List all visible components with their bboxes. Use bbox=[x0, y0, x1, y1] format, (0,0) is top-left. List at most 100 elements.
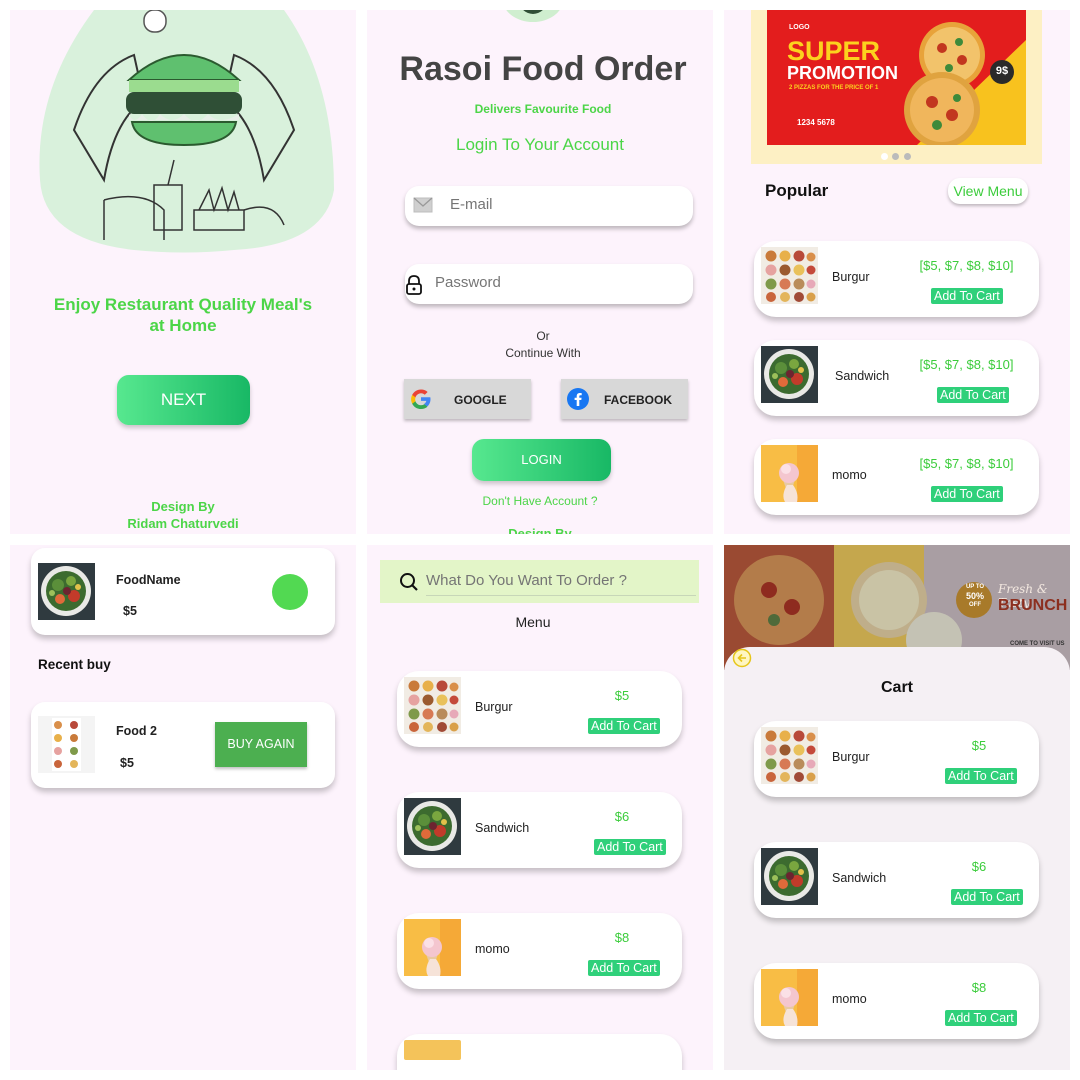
promo-banner[interactable]: LOGO SUPER PROMOTION 2 PIZZAS FOR THE PR… bbox=[751, 10, 1042, 164]
menu-screen: Menu Burgur $5 Add To Cart Sandwich $6 Add To… bbox=[367, 545, 713, 1070]
login-button[interactable]: LOGIN bbox=[472, 439, 611, 481]
food-item-price: $6 bbox=[971, 859, 987, 874]
promo-logo: LOGO bbox=[789, 24, 810, 31]
food-item-name: Burgur bbox=[475, 700, 513, 714]
food-item-card[interactable]: momo $8 Add To Cart bbox=[754, 963, 1039, 1039]
back-arrow-icon[interactable] bbox=[732, 648, 752, 673]
food-price: $5 bbox=[123, 604, 137, 618]
food-item-name: Sandwich bbox=[835, 369, 890, 383]
add-to-cart-button[interactable]: Add To Cart bbox=[594, 839, 666, 855]
add-to-cart-button[interactable]: Add To Cart bbox=[951, 889, 1023, 905]
badge-line3: OFF bbox=[969, 602, 981, 608]
view-menu-button[interactable]: View Menu bbox=[948, 178, 1028, 204]
food-item-name: Burgur bbox=[832, 750, 870, 764]
recent-food-card[interactable]: Food 2 $5 BUY AGAIN bbox=[31, 702, 335, 788]
designer-name: Ridam Chaturvedi bbox=[127, 516, 239, 531]
promo-offer: 2 PIZZAS FOR THE PRICE OF 1 bbox=[789, 85, 879, 91]
search-icon[interactable] bbox=[399, 572, 419, 597]
food-item-name: momo bbox=[832, 468, 867, 482]
password-input[interactable] bbox=[435, 274, 675, 291]
cart-banner-text2: BRUNCH bbox=[998, 597, 1068, 614]
food-item-price: $5 bbox=[614, 688, 630, 703]
food-item-name: Sandwich bbox=[832, 871, 887, 885]
food-item-price: [$5, $7, $8, $10] bbox=[919, 357, 1014, 372]
promo-price-tag: 9$ bbox=[995, 65, 1009, 77]
home-screen: LOGO SUPER PROMOTION 2 PIZZAS FOR THE PR… bbox=[724, 10, 1070, 534]
food-thumbnail bbox=[761, 727, 818, 784]
add-to-cart-button[interactable]: Add To Cart bbox=[588, 960, 660, 976]
food-thumbnail bbox=[38, 563, 95, 620]
carousel-dot-active[interactable] bbox=[881, 153, 888, 160]
design-credit-label: Design By bbox=[508, 526, 572, 534]
status-indicator[interactable] bbox=[272, 574, 308, 610]
food-item-name: momo bbox=[832, 992, 867, 1006]
food-item-price: $8 bbox=[971, 980, 987, 995]
food-item-card[interactable]: Burgur $5 Add To Cart bbox=[397, 671, 682, 747]
cart-banner-badge: UP TO 50% OFF bbox=[958, 583, 992, 609]
google-button[interactable]: GOOGLE bbox=[404, 379, 531, 419]
popular-heading: Popular bbox=[765, 181, 829, 200]
food-item-price: [$5, $7, $8, $10] bbox=[919, 456, 1014, 471]
carousel-dot[interactable] bbox=[903, 153, 911, 160]
food-item-card[interactable]: momo $8 Add To Cart bbox=[397, 913, 682, 989]
carousel-dots[interactable] bbox=[881, 147, 911, 165]
food-item-name: Sandwich bbox=[475, 821, 530, 835]
google-icon bbox=[410, 388, 432, 413]
food-name: FoodName bbox=[116, 573, 181, 587]
app-title: Rasoi Food Order bbox=[399, 50, 687, 88]
search-input[interactable] bbox=[426, 566, 696, 596]
or-text: Or bbox=[536, 329, 550, 343]
current-food-card[interactable]: FoodName $5 bbox=[31, 548, 335, 635]
cart-screen: UP TO 50% OFF Fresh & Tasty BRUNCH COME … bbox=[724, 545, 1070, 1070]
food-item-price: [$5, $7, $8, $10] bbox=[919, 258, 1014, 273]
cart-title: Cart bbox=[880, 679, 913, 696]
food-item-card[interactable]: Burgur $5 Add To Cart bbox=[754, 721, 1039, 797]
food-item-card[interactable]: Burgur [$5, $7, $8, $10] Add To Cart bbox=[754, 241, 1039, 317]
next-button[interactable]: NEXT bbox=[117, 375, 250, 425]
food-thumbnail bbox=[404, 798, 461, 855]
food-thumbnail bbox=[761, 969, 818, 1026]
food-item-card[interactable]: Sandwich [$5, $7, $8, $10] Add To Cart bbox=[754, 340, 1039, 416]
badge-line2: 50% bbox=[965, 591, 984, 601]
food-item-card[interactable]: momo [$5, $7, $8, $10] Add To Cart bbox=[754, 439, 1039, 515]
food-item-card[interactable]: Sandwich $6 Add To Cart bbox=[397, 792, 682, 868]
signup-link[interactable]: Don't Have Account ? bbox=[367, 494, 713, 508]
menu-item-card-partial[interactable] bbox=[397, 1034, 682, 1070]
welcome-screen: Enjoy Restaurant Quality Meal's at Home … bbox=[10, 10, 356, 534]
badge-line1: UP TO bbox=[965, 584, 985, 590]
add-to-cart-button[interactable]: Add To Cart bbox=[931, 486, 1003, 502]
welcome-illustration bbox=[34, 10, 335, 255]
password-field[interactable] bbox=[405, 264, 693, 304]
food-thumbnail bbox=[761, 445, 818, 502]
add-to-cart-button[interactable]: Add To Cart bbox=[937, 387, 1009, 403]
promo-phone: 1234 5678 bbox=[797, 118, 835, 127]
search-bar[interactable] bbox=[380, 560, 699, 603]
recent-buy-heading: Recent buy bbox=[38, 657, 111, 672]
add-to-cart-button[interactable]: Add To Cart bbox=[945, 1010, 1017, 1026]
add-to-cart-button[interactable]: Add To Cart bbox=[945, 768, 1017, 784]
food-item-price: $8 bbox=[614, 930, 630, 945]
buy-again-button[interactable]: BUY AGAIN bbox=[215, 722, 307, 767]
facebook-label: FACEBOOK bbox=[604, 393, 673, 407]
design-credit-label: Design By bbox=[151, 499, 215, 514]
food-item-price: $5 bbox=[971, 738, 987, 753]
email-input[interactable] bbox=[450, 196, 680, 213]
app-subtitle: Delivers Favourite Food bbox=[474, 102, 612, 116]
welcome-tagline: Enjoy Restaurant Quality Meal's at Home bbox=[53, 295, 313, 335]
add-to-cart-button[interactable]: Add To Cart bbox=[588, 718, 660, 734]
email-field[interactable] bbox=[405, 186, 693, 226]
food-item-price: $6 bbox=[614, 809, 630, 824]
add-to-cart-button[interactable]: Add To Cart bbox=[931, 288, 1003, 304]
app-logo bbox=[500, 10, 566, 26]
facebook-button[interactable]: FACEBOOK bbox=[561, 379, 688, 419]
facebook-icon bbox=[567, 388, 589, 413]
food-item-card[interactable]: Sandwich $6 Add To Cart bbox=[754, 842, 1039, 918]
carousel-dot[interactable] bbox=[892, 153, 900, 160]
envelope-icon bbox=[413, 197, 433, 218]
promo-image: LOGO SUPER PROMOTION 2 PIZZAS FOR THE PR… bbox=[767, 10, 1026, 145]
food-thumbnail-partial bbox=[404, 1040, 461, 1060]
food-item-name: momo bbox=[475, 942, 510, 956]
lock-icon bbox=[405, 275, 423, 300]
food-thumbnail bbox=[761, 848, 818, 905]
recent-food-thumbnail bbox=[38, 716, 95, 773]
